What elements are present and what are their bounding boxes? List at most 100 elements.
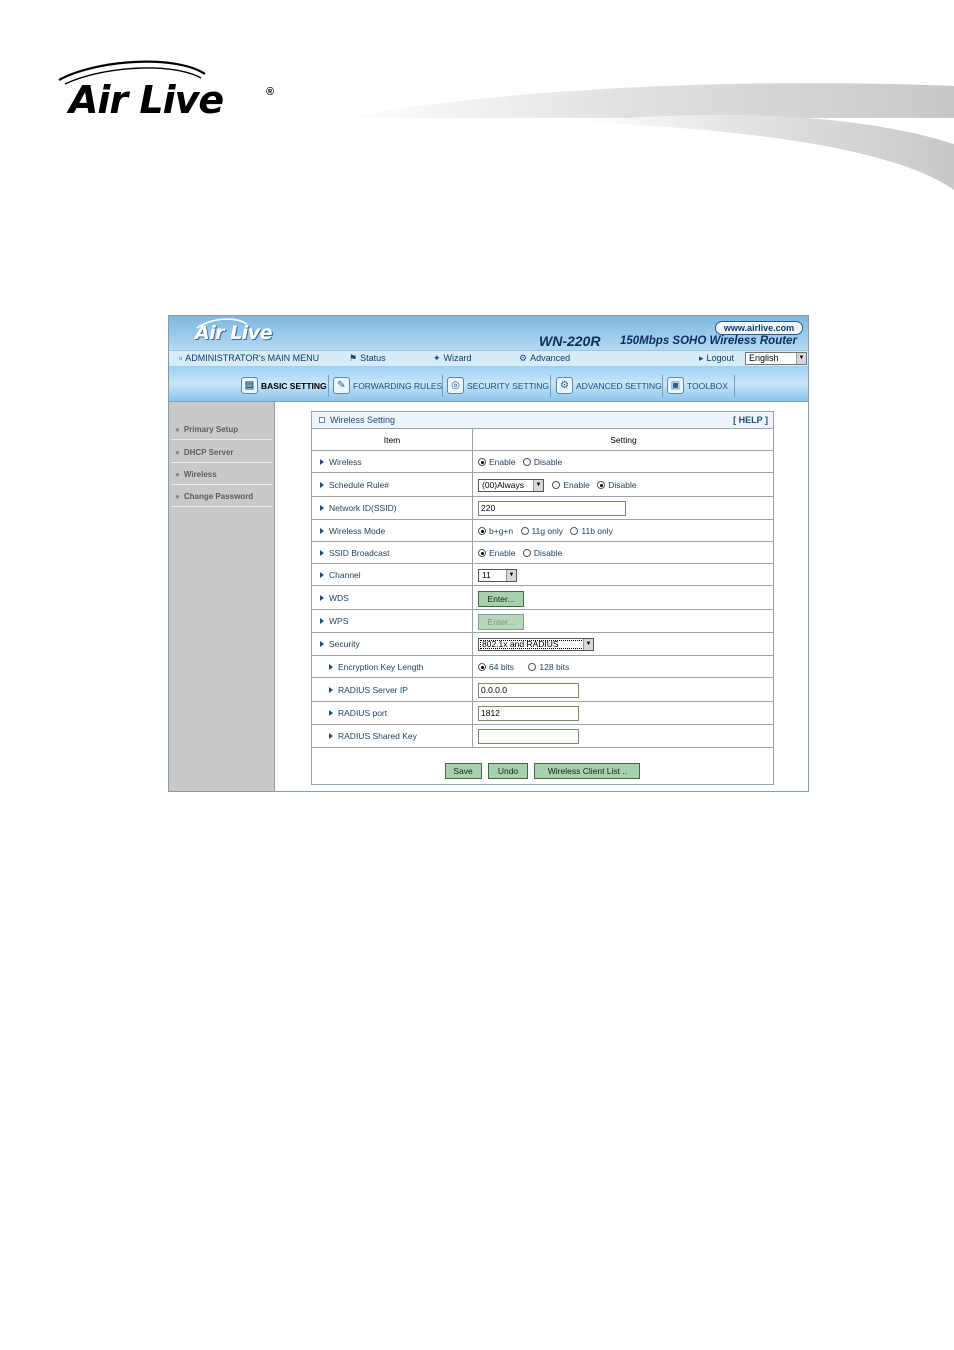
tab-forwarding-rules[interactable]: ✎ FORWARDING RULES bbox=[331, 375, 443, 397]
radius-server-ip-input[interactable]: 0.0.0.0 bbox=[478, 683, 579, 699]
arrow-right-icon bbox=[329, 687, 333, 693]
menu-logout[interactable]: ▸ Logout bbox=[699, 353, 734, 364]
wireless-disable-radio[interactable] bbox=[522, 458, 531, 466]
sidebar: ● Primary Setup ● DHCP Server ● Wireless ● C… bbox=[169, 402, 275, 791]
row-wireless-mode: Wireless Mode b+g+n 11g only 11b only bbox=[312, 520, 773, 542]
row-channel: Channel 11 ▼ bbox=[312, 564, 773, 586]
wrench-icon: ✎ bbox=[333, 377, 350, 394]
language-select[interactable]: English ▼ bbox=[745, 352, 807, 365]
row-network-id: Network ID(SSID) 220 bbox=[312, 497, 773, 520]
schedule-rule-select[interactable]: (00)Always ▼ bbox=[478, 479, 544, 493]
panel-title: Wireless Setting bbox=[330, 415, 396, 425]
row-security: Security 802.1x and RADIUS ▼ bbox=[312, 633, 773, 656]
ssid-input[interactable]: 220 bbox=[478, 501, 626, 517]
channel-select[interactable]: 11 ▼ bbox=[478, 569, 517, 583]
table-header: Item Setting bbox=[312, 429, 773, 451]
sidebar-item-dhcp-server[interactable]: ● DHCP Server bbox=[171, 443, 272, 463]
tab-bar: ▤ BASIC SETTING ✎ FORWARDING RULES ◎ SECURI… bbox=[169, 366, 808, 402]
document-logo: Air Live ® bbox=[55, 58, 285, 128]
menu-status[interactable]: ⚑ Status bbox=[349, 353, 386, 364]
menu-main[interactable]: ▫ ADMINISTRATOR's MAIN MENU bbox=[179, 353, 319, 363]
arrow-right-icon: ▸ bbox=[699, 353, 704, 363]
chevron-down-icon: ▼ bbox=[796, 353, 806, 364]
row-radius-shared-key: RADIUS Shared Key bbox=[312, 725, 773, 748]
arrow-right-icon bbox=[329, 664, 333, 670]
row-encryption-key-length: Encryption Key Length 64 bits 128 bits bbox=[312, 656, 773, 678]
arrow-right-icon bbox=[320, 572, 324, 578]
save-button[interactable]: Save bbox=[444, 763, 482, 779]
arrow-right-icon bbox=[320, 459, 324, 465]
broadcast-disable-radio[interactable] bbox=[522, 549, 531, 557]
arrow-right-icon bbox=[320, 528, 324, 534]
status-icon: ⚑ bbox=[349, 353, 358, 363]
panel-title-bar: Wireless Setting [ HELP ] bbox=[312, 412, 773, 429]
row-ssid-broadcast: SSID Broadcast Enable Disable bbox=[312, 542, 773, 564]
document-logo-text: Air Live bbox=[69, 78, 224, 122]
undo-button[interactable]: Undo bbox=[488, 763, 528, 779]
row-wds: WDS Enter... bbox=[312, 586, 773, 610]
col-setting-header: Setting bbox=[610, 435, 637, 445]
bullet-icon: ● bbox=[175, 425, 180, 434]
broadcast-enable-radio[interactable] bbox=[478, 549, 486, 557]
arrow-right-icon bbox=[320, 505, 324, 511]
arrow-right-icon bbox=[329, 710, 333, 716]
router-logo: Air Live bbox=[195, 322, 273, 344]
mode-11b-radio[interactable] bbox=[570, 527, 579, 535]
wireless-setting-panel: Wireless Setting [ HELP ] Item Setting W… bbox=[311, 411, 774, 785]
col-item-header: Item bbox=[312, 429, 473, 450]
row-schedule-rule: Schedule Rule# (00)Always ▼ Enable Disabl… bbox=[312, 473, 773, 497]
tab-advanced-setting[interactable]: ⚙ ADVANCED SETTING bbox=[554, 375, 663, 397]
header-swoosh-graphic bbox=[340, 83, 954, 190]
chevron-down-icon: ▼ bbox=[583, 639, 593, 651]
sidebar-item-primary-setup[interactable]: ● Primary Setup bbox=[171, 420, 272, 440]
sidebar-item-wireless[interactable]: ● Wireless bbox=[171, 465, 272, 485]
mode-11g-radio[interactable] bbox=[520, 527, 529, 535]
arrow-right-icon bbox=[320, 618, 324, 624]
lock-icon: ◎ bbox=[447, 377, 464, 394]
row-wireless: Wireless Enable Disable bbox=[312, 451, 773, 473]
security-select[interactable]: 802.1x and RADIUS ▼ bbox=[478, 638, 594, 652]
arrow-right-icon bbox=[320, 641, 324, 647]
bullet-icon: ● bbox=[175, 492, 180, 501]
arrow-right-icon bbox=[320, 595, 324, 601]
bullet-icon: ● bbox=[175, 448, 180, 457]
row-wps: WPS Enter... bbox=[312, 610, 773, 633]
mode-bgn-radio[interactable] bbox=[478, 527, 486, 535]
menu-wizard[interactable]: ✦ Wizard bbox=[433, 353, 472, 364]
help-link[interactable]: [ HELP ] bbox=[733, 412, 768, 428]
square-bullet-icon: ▫ bbox=[179, 353, 183, 363]
bullet-icon: ● bbox=[175, 470, 180, 479]
action-buttons: Save Undo Wireless Client List .. bbox=[312, 758, 773, 784]
router-ui-screenshot: Air Live www.airlive.com WN-220R 150Mbps… bbox=[168, 315, 809, 792]
wizard-icon: ✦ bbox=[433, 353, 441, 363]
keylen-64-radio[interactable] bbox=[478, 663, 486, 671]
arrow-right-icon bbox=[329, 733, 333, 739]
wireless-client-list-button[interactable]: Wireless Client List .. bbox=[534, 763, 641, 779]
wireless-enable-radio[interactable] bbox=[478, 458, 486, 466]
toolbox-icon: ▣ bbox=[667, 377, 684, 394]
sidebar-item-change-password[interactable]: ● Change Password bbox=[171, 487, 272, 507]
tab-toolbox[interactable]: ▣ TOOLBOX bbox=[665, 375, 735, 397]
row-radius-port: RADIUS port 1812 bbox=[312, 702, 773, 725]
router-model: WN-220R bbox=[539, 333, 601, 349]
top-menu-bar: ▫ ADMINISTRATOR's MAIN MENU ⚑ Status ✦ Wiza… bbox=[169, 350, 808, 366]
gear-icon: ⚙ bbox=[556, 377, 573, 394]
radius-port-input[interactable]: 1812 bbox=[478, 706, 579, 722]
radius-shared-key-input[interactable] bbox=[478, 729, 579, 745]
router-url-badge[interactable]: www.airlive.com bbox=[715, 321, 803, 335]
book-icon: ▤ bbox=[241, 377, 258, 394]
arrow-right-icon bbox=[320, 550, 324, 556]
wps-enter-button[interactable]: Enter... bbox=[478, 613, 524, 630]
tab-security-setting[interactable]: ◎ SECURITY SETTING bbox=[445, 375, 551, 397]
schedule-enable-radio[interactable] bbox=[552, 481, 561, 489]
arrow-right-icon bbox=[320, 482, 324, 488]
wds-enter-button[interactable]: Enter... bbox=[478, 590, 524, 607]
row-radius-server-ip: RADIUS Server IP 0.0.0.0 bbox=[312, 678, 773, 702]
keylen-128-radio[interactable] bbox=[528, 663, 537, 671]
menu-advanced[interactable]: ⚙ Advanced bbox=[519, 353, 570, 364]
advanced-icon: ⚙ bbox=[519, 353, 528, 363]
router-tagline: 150Mbps SOHO Wireless Router bbox=[620, 335, 797, 347]
tab-basic-setting[interactable]: ▤ BASIC SETTING bbox=[239, 375, 329, 397]
square-bullet-icon bbox=[319, 417, 325, 423]
schedule-disable-radio[interactable] bbox=[597, 481, 606, 489]
